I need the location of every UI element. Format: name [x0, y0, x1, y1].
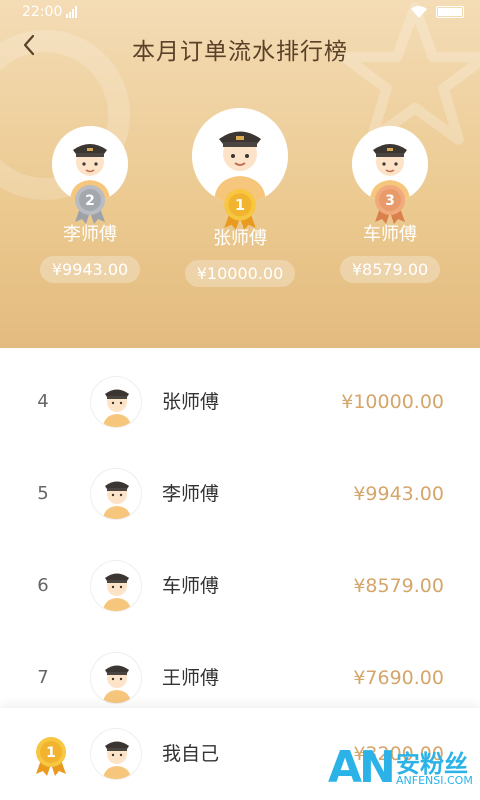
signal-icon: [66, 6, 77, 18]
rank-number: 5: [37, 483, 49, 504]
podium-amount: ¥9943.00: [39, 256, 141, 283]
podium-third[interactable]: 3 车师傅 ¥8579.00: [320, 126, 460, 283]
driver-avatar: [103, 573, 131, 611]
podium-first[interactable]: 1 张师傅 ¥10000.00: [170, 108, 310, 287]
battery-icon: [436, 6, 464, 18]
avatar: [90, 652, 142, 704]
list-item[interactable]: 4 张师傅 ¥10000.00: [0, 356, 480, 448]
medal-icon: 3: [375, 185, 405, 224]
podium-amount: ¥10000.00: [184, 260, 296, 287]
medal-number: 2: [85, 193, 95, 209]
avatar: [90, 560, 142, 612]
avatar: [90, 376, 142, 428]
wifi-icon: [411, 5, 427, 18]
driver-name: 李师傅: [162, 483, 220, 505]
status-time: 22:00: [22, 4, 63, 20]
watermark-logo-text: AN: [328, 742, 396, 793]
driver-amount: ¥10000.00: [341, 391, 444, 413]
list-item[interactable]: 6 车师傅 ¥8579.00: [0, 540, 480, 632]
my-name: 我自己: [162, 743, 220, 765]
rank-number: 6: [37, 575, 49, 596]
driver-avatar: [103, 741, 131, 779]
rank-number: 4: [37, 391, 49, 412]
driver-name: 张师傅: [162, 391, 220, 413]
avatar: [90, 728, 142, 780]
medal-icon: 1: [224, 189, 256, 230]
watermark-logo: AN 安粉丝 ANFENSI.COM: [328, 742, 474, 794]
driver-avatar: [103, 389, 131, 427]
driver-name: 车师傅: [162, 575, 220, 597]
header-banner: 22:00 本月订单流水排行榜 2 李师傅 ¥9943.00 1 张师傅 ¥10…: [0, 0, 480, 348]
medal-icon: 1: [36, 737, 66, 776]
medal-number: 1: [235, 197, 245, 214]
watermark-text-en: ANFENSI.COM: [396, 774, 473, 787]
medal-icon: 2: [75, 185, 105, 224]
page-title: 本月订单流水排行榜: [132, 39, 348, 65]
status-bar: 22:00: [0, 0, 480, 24]
avatar: [90, 468, 142, 520]
medal-number: 3: [385, 193, 395, 209]
driver-amount: ¥9943.00: [353, 483, 444, 505]
podium-amount: ¥8579.00: [339, 256, 441, 283]
medal-number: 1: [46, 745, 56, 761]
driver-avatar: [103, 481, 131, 519]
list-item[interactable]: 5 李师傅 ¥9943.00: [0, 448, 480, 540]
driver-avatar: [103, 665, 131, 703]
podium-second[interactable]: 2 李师傅 ¥9943.00: [20, 126, 160, 283]
driver-amount: ¥8579.00: [353, 575, 444, 597]
